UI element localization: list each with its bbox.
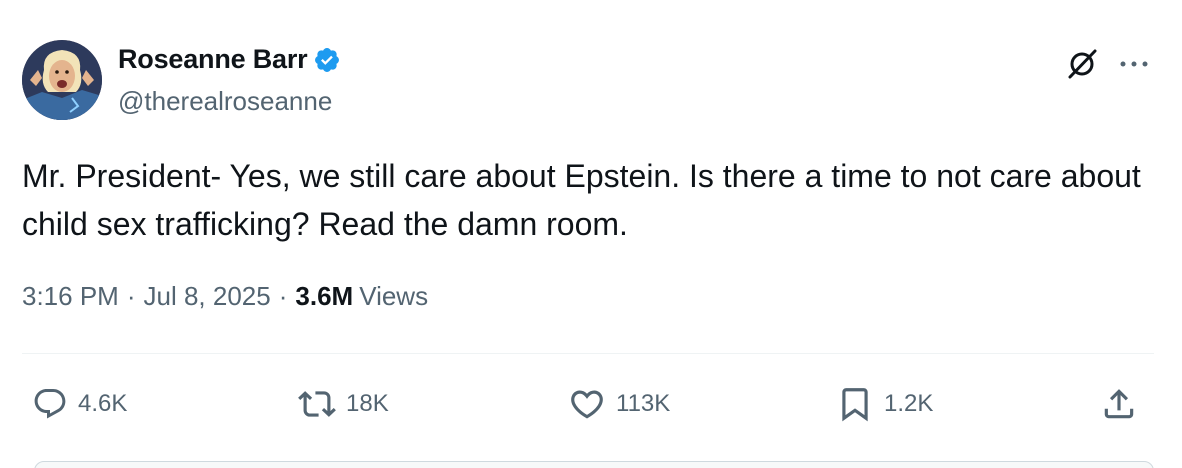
- grok-button[interactable]: [1062, 44, 1102, 84]
- like-button[interactable]: 113K: [568, 380, 670, 428]
- bookmark-count: 1.2K: [884, 390, 934, 417]
- author-handle[interactable]: @therealroseanne: [118, 86, 332, 117]
- share-button[interactable]: [1100, 380, 1138, 428]
- reply-count: 4.6K: [78, 390, 128, 417]
- more-icon: [1120, 61, 1148, 67]
- grok-icon: [1068, 49, 1097, 79]
- tweet-meta: 3:16 PM · Jul 8, 2025 · 3.6M Views: [22, 281, 428, 312]
- tweet-time[interactable]: 3:16 PM: [22, 281, 119, 312]
- reply-icon: [34, 389, 66, 419]
- share-icon: [1104, 389, 1134, 419]
- tweet-text: Mr. President- Yes, we still care about …: [22, 158, 1141, 242]
- divider: [22, 353, 1154, 354]
- verified-badge-icon[interactable]: [313, 46, 341, 74]
- author-name-row: Roseanne Barr: [118, 44, 341, 75]
- meta-separator: ·: [126, 281, 136, 311]
- avatar[interactable]: [22, 40, 102, 120]
- bookmark-icon: [842, 388, 868, 422]
- bookmark-button[interactable]: 1.2K: [836, 380, 933, 428]
- heart-icon: [571, 390, 603, 419]
- author-display-name[interactable]: Roseanne Barr: [118, 44, 308, 75]
- reply-button[interactable]: 4.6K: [32, 380, 127, 428]
- action-bar: 4.6K 18K 113K 1.2K: [0, 380, 1182, 428]
- views-label: Views: [359, 281, 429, 311]
- more-options-button[interactable]: [1114, 44, 1154, 84]
- meta-separator: ·: [278, 281, 288, 311]
- repost-button[interactable]: 18K: [298, 380, 389, 428]
- repost-icon: [298, 391, 336, 417]
- like-count: 113K: [616, 390, 671, 417]
- views-count[interactable]: 3.6M: [295, 281, 353, 312]
- avatar-photo: [22, 40, 102, 120]
- reply-composer-edge[interactable]: [34, 461, 1154, 468]
- tweet-card: Roseanne Barr @therealroseanne Mr. Presi…: [0, 0, 1182, 468]
- repost-count: 18K: [346, 390, 389, 417]
- tweet-date[interactable]: Jul 8, 2025: [144, 281, 271, 312]
